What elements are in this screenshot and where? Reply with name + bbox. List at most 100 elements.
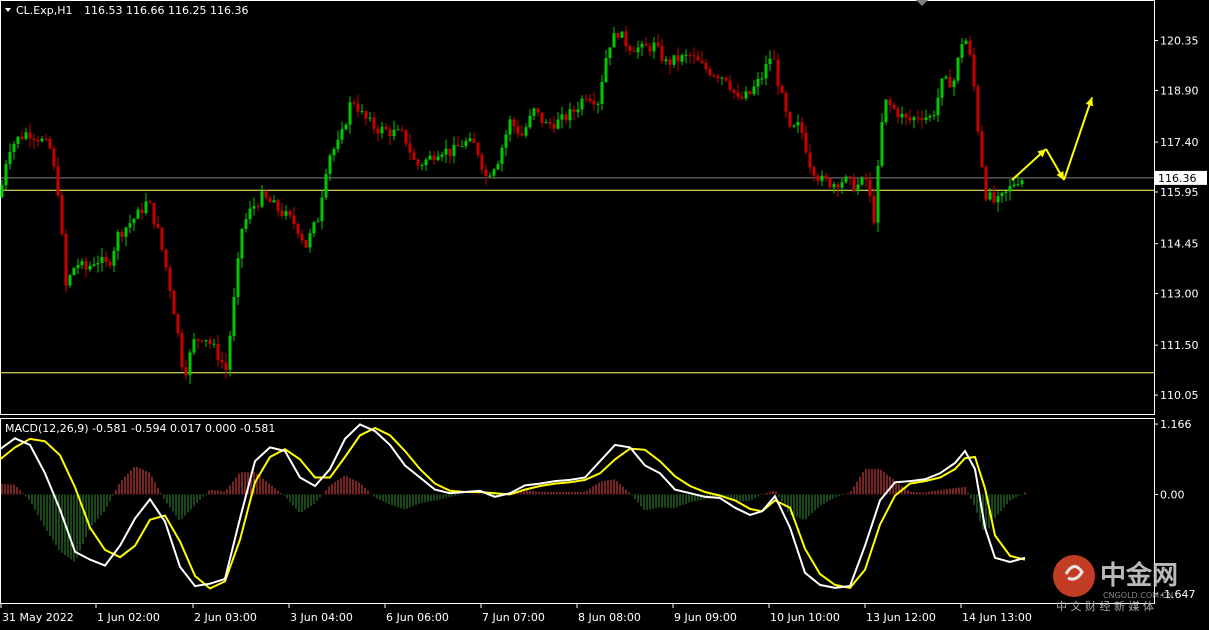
- candle-body: [12, 143, 16, 153]
- candle-body: [900, 113, 904, 118]
- candle-body: [644, 43, 648, 47]
- candle-body: [688, 54, 692, 56]
- candle-body: [372, 117, 376, 129]
- candle-body: [728, 80, 732, 90]
- cngold-logo-icon: [1053, 555, 1095, 597]
- candle-body: [232, 296, 236, 336]
- candle-body: [460, 146, 464, 148]
- candle-body: [648, 46, 652, 52]
- candle-body: [160, 227, 164, 250]
- candle-body: [204, 339, 208, 342]
- candle-body: [784, 92, 788, 112]
- watermark-tagline: 中 文 财 经 新 媒 体: [1056, 599, 1154, 613]
- candle-body: [708, 69, 712, 76]
- candle-body: [92, 264, 96, 266]
- candle-body: [924, 117, 928, 120]
- time-axis-label: 9 Jun 09:00: [674, 611, 737, 624]
- candle-body: [824, 175, 828, 179]
- candle: [64, 229, 68, 293]
- time-axis-label: 31 May 2022: [2, 611, 74, 624]
- candle-body: [500, 147, 504, 164]
- candle-body: [16, 136, 20, 144]
- candle-body: [956, 57, 960, 81]
- candle-body: [404, 130, 408, 144]
- candle-body: [952, 80, 956, 88]
- candle-body: [696, 56, 700, 61]
- candle: [52, 145, 56, 170]
- candle-body: [124, 227, 128, 237]
- candle-body: [340, 129, 344, 140]
- candle-body: [972, 54, 976, 87]
- candle-body: [432, 155, 436, 161]
- candle-body: [532, 108, 536, 116]
- candle-body: [328, 155, 332, 174]
- candle-body: [552, 123, 556, 129]
- candle-body: [508, 119, 512, 135]
- candle-body: [640, 43, 644, 48]
- candle-body: [868, 179, 872, 196]
- candle-body: [128, 223, 132, 228]
- candle-body: [132, 218, 136, 224]
- symbol-label[interactable]: CL.Exp,H1: [16, 4, 73, 17]
- candle-body: [888, 99, 892, 106]
- chart-background: [0, 0, 1209, 626]
- candle-body: [32, 138, 36, 140]
- candle-body: [420, 165, 424, 167]
- candle-body: [140, 209, 144, 214]
- candle-body: [988, 192, 992, 200]
- candle-body: [572, 109, 576, 113]
- candle-body: [444, 148, 448, 155]
- candle-body: [456, 144, 460, 147]
- candle-body: [720, 77, 724, 79]
- candle-body: [748, 91, 752, 95]
- candle-body: [980, 131, 984, 167]
- candle-body: [912, 117, 916, 121]
- candle-body: [884, 99, 888, 123]
- candle: [172, 289, 176, 315]
- candle-body: [452, 144, 456, 156]
- candle-body: [412, 152, 416, 160]
- time-axis-label: 7 Jun 07:00: [482, 611, 545, 624]
- last-price-label: 116.36: [1158, 172, 1197, 185]
- candle: [72, 267, 76, 276]
- candle-body: [100, 256, 104, 264]
- candle-body: [332, 149, 336, 156]
- price-axis-label: 113.00: [1160, 288, 1199, 301]
- candle-body: [472, 138, 476, 143]
- time-axis-label: 3 Jun 04:00: [290, 611, 353, 624]
- price-axis-label: 117.40: [1160, 136, 1199, 149]
- candle-body: [344, 124, 348, 130]
- candle-body: [440, 154, 444, 157]
- candle-body: [812, 167, 816, 176]
- candle-body: [864, 177, 868, 180]
- candle-body: [612, 33, 616, 48]
- candle-body: [176, 314, 180, 334]
- candle-body: [236, 258, 240, 297]
- candle-body: [260, 191, 264, 207]
- candle-body: [484, 169, 488, 177]
- candle-body: [984, 166, 988, 200]
- candle-body: [44, 138, 48, 140]
- candle-body: [184, 367, 188, 376]
- candle-body: [364, 111, 368, 119]
- candle-body: [616, 33, 620, 38]
- candle-body: [584, 98, 588, 100]
- candle-body: [300, 233, 304, 241]
- candle-body: [760, 78, 764, 80]
- candle: [976, 84, 980, 136]
- candle-body: [84, 261, 88, 270]
- candle-body: [56, 166, 60, 196]
- candle-body: [156, 224, 160, 228]
- candle-body: [604, 58, 608, 82]
- candle-body: [704, 62, 708, 70]
- time-axis-label: 8 Jun 08:00: [578, 611, 641, 624]
- candle-body: [476, 142, 480, 155]
- candle-body: [1000, 192, 1004, 197]
- candle-body: [580, 98, 584, 110]
- candle-body: [496, 163, 500, 170]
- candle-body: [36, 139, 40, 142]
- candle-body: [248, 208, 252, 220]
- candle-body: [280, 210, 284, 216]
- candle-body: [524, 127, 528, 136]
- candle-body: [284, 211, 288, 216]
